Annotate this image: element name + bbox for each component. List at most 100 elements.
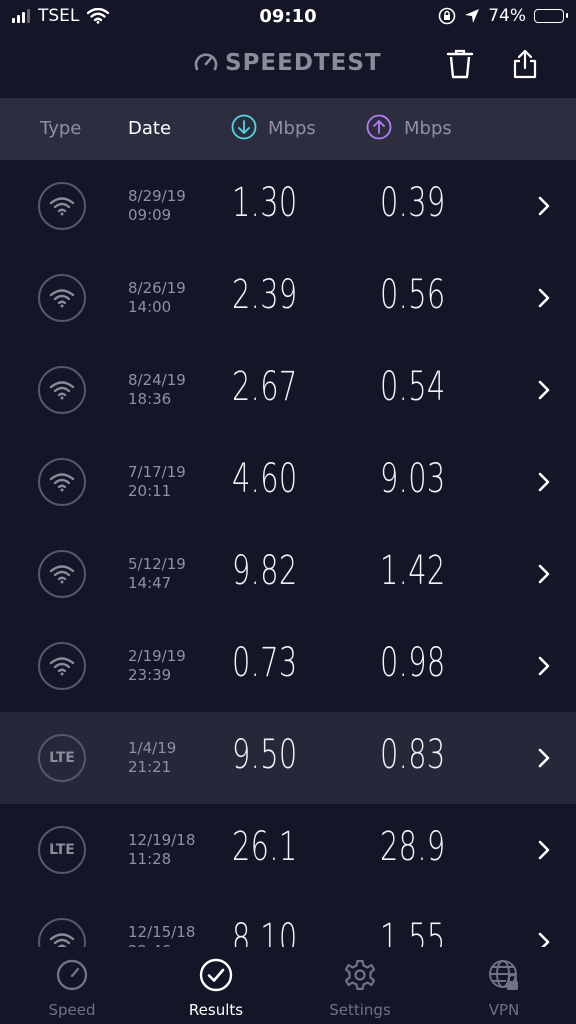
trash-icon [446, 49, 474, 79]
result-date: 1/4/19 [128, 739, 177, 757]
result-date: 12/15/18 [128, 923, 196, 941]
wifi-icon [49, 473, 75, 492]
result-time: 23:39 [128, 666, 172, 684]
tab-bar: Speed Results Settings VPN [0, 947, 576, 1024]
result-date: 5/12/19 [128, 555, 186, 573]
battery-icon [534, 9, 568, 23]
tab-vpn[interactable]: VPN [432, 957, 576, 1019]
connection-type-badge: LTE [38, 734, 86, 782]
location-icon [465, 9, 480, 23]
share-button[interactable] [507, 46, 543, 82]
result-datetime: 12/19/18 11:28 [128, 831, 195, 869]
connection-type-badge [38, 458, 86, 506]
upload-arrow-icon [366, 114, 392, 140]
download-speed: 9.50 [232, 732, 298, 778]
connection-type-badge [38, 182, 86, 230]
result-datetime: 8/26/19 14:00 [128, 279, 186, 317]
brand-name: SPEEDTEST [225, 50, 382, 76]
download-speed: 4.60 [232, 456, 298, 502]
lte-label: LTE [49, 750, 75, 766]
results-column-header: Type Date Mbps Mbps [0, 98, 576, 160]
download-speed: 8.10 [232, 916, 298, 947]
upload-speed: 9.03 [380, 456, 446, 502]
results-list[interactable]: 8/29/19 09:09 1.30 0.39 8/26/19 14:00 2.… [0, 160, 576, 947]
download-column-label[interactable]: Mbps [268, 118, 316, 139]
result-time: 20:11 [128, 482, 172, 500]
upload-speed: 0.39 [380, 180, 446, 226]
result-date: 8/29/19 [128, 187, 186, 205]
result-row[interactable]: 8/24/19 18:36 2.67 0.54 [0, 344, 576, 436]
result-time: 14:00 [128, 298, 172, 316]
orientation-lock-icon [438, 7, 456, 25]
result-row[interactable]: 2/19/19 23:39 0.73 0.98 [0, 620, 576, 712]
globe-lock-icon [489, 960, 518, 990]
tab-vpn-label: VPN [488, 1001, 520, 1019]
result-date: 7/17/19 [128, 463, 186, 481]
result-time: 14:47 [128, 574, 172, 592]
result-time: 21:21 [128, 758, 172, 776]
result-date: 8/24/19 [128, 371, 186, 389]
connection-type-badge [38, 366, 86, 414]
upload-speed: 1.42 [380, 548, 446, 594]
connection-type-badge: LTE [38, 826, 86, 874]
upload-speed: 28.9 [380, 824, 446, 870]
check-circle-icon [199, 958, 233, 992]
wifi-icon [49, 197, 75, 216]
gear-icon [344, 959, 376, 991]
chevron-right-icon [538, 196, 550, 216]
download-speed: 26.1 [232, 824, 298, 870]
share-icon [513, 49, 537, 79]
wifi-icon [49, 657, 75, 676]
wifi-icon [49, 381, 75, 400]
result-datetime: 2/19/19 23:39 [128, 647, 186, 685]
result-date: 12/19/18 [128, 831, 196, 849]
speedometer-icon [56, 959, 88, 991]
delete-button[interactable] [442, 46, 478, 82]
wifi-icon [49, 289, 75, 308]
result-datetime: 12/15/18 22:46 [128, 923, 195, 947]
upload-speed: 0.98 [380, 640, 446, 686]
result-time: 09:09 [128, 206, 172, 224]
status-bar: TSEL 09:10 74% [0, 0, 576, 34]
connection-type-badge [38, 274, 86, 322]
download-speed: 0.73 [232, 640, 298, 686]
upload-speed: 0.54 [380, 364, 446, 410]
result-row[interactable]: 5/12/19 14:47 9.82 1.42 [0, 528, 576, 620]
chevron-right-icon [538, 840, 550, 860]
status-right: 74% [438, 6, 568, 26]
result-row[interactable]: LTE 12/19/18 11:28 26.1 28.9 [0, 804, 576, 896]
result-datetime: 8/24/19 18:36 [128, 371, 186, 409]
result-date: 2/19/19 [128, 647, 186, 665]
chevron-right-icon [538, 288, 550, 308]
date-column-label[interactable]: Date [128, 118, 171, 139]
lte-label: LTE [49, 842, 75, 858]
result-row[interactable]: 12/15/18 22:46 8.10 1.55 [0, 896, 576, 947]
connection-type-badge [38, 550, 86, 598]
result-time: 11:28 [128, 850, 172, 868]
tab-speed[interactable]: Speed [0, 957, 144, 1019]
chevron-right-icon [538, 472, 550, 492]
connection-type-badge [38, 642, 86, 690]
upload-speed: 1.55 [380, 916, 446, 947]
tab-results[interactable]: Results [144, 957, 288, 1019]
wifi-icon [49, 565, 75, 584]
tab-settings[interactable]: Settings [288, 957, 432, 1019]
chevron-right-icon [538, 380, 550, 400]
speedtest-logo: SPEEDTEST [193, 50, 382, 76]
tab-results-label: Results [188, 1001, 244, 1019]
tab-speed-label: Speed [48, 1001, 96, 1019]
result-datetime: 5/12/19 14:47 [128, 555, 186, 593]
upload-speed: 0.56 [380, 272, 446, 318]
type-column-label[interactable]: Type [40, 118, 81, 139]
result-row[interactable]: 7/17/19 20:11 4.60 9.03 [0, 436, 576, 528]
upload-column-label[interactable]: Mbps [404, 118, 452, 139]
chevron-right-icon [538, 932, 550, 947]
result-datetime: 7/17/19 20:11 [128, 463, 186, 501]
chevron-right-icon [538, 564, 550, 584]
download-speed: 2.67 [232, 364, 298, 410]
result-row[interactable]: 8/26/19 14:00 2.39 0.56 [0, 252, 576, 344]
upload-speed: 0.83 [380, 732, 446, 778]
result-row[interactable]: LTE 1/4/19 21:21 9.50 0.83 [0, 712, 576, 804]
result-datetime: 1/4/19 21:21 [128, 739, 176, 777]
result-row[interactable]: 8/29/19 09:09 1.30 0.39 [0, 160, 576, 252]
